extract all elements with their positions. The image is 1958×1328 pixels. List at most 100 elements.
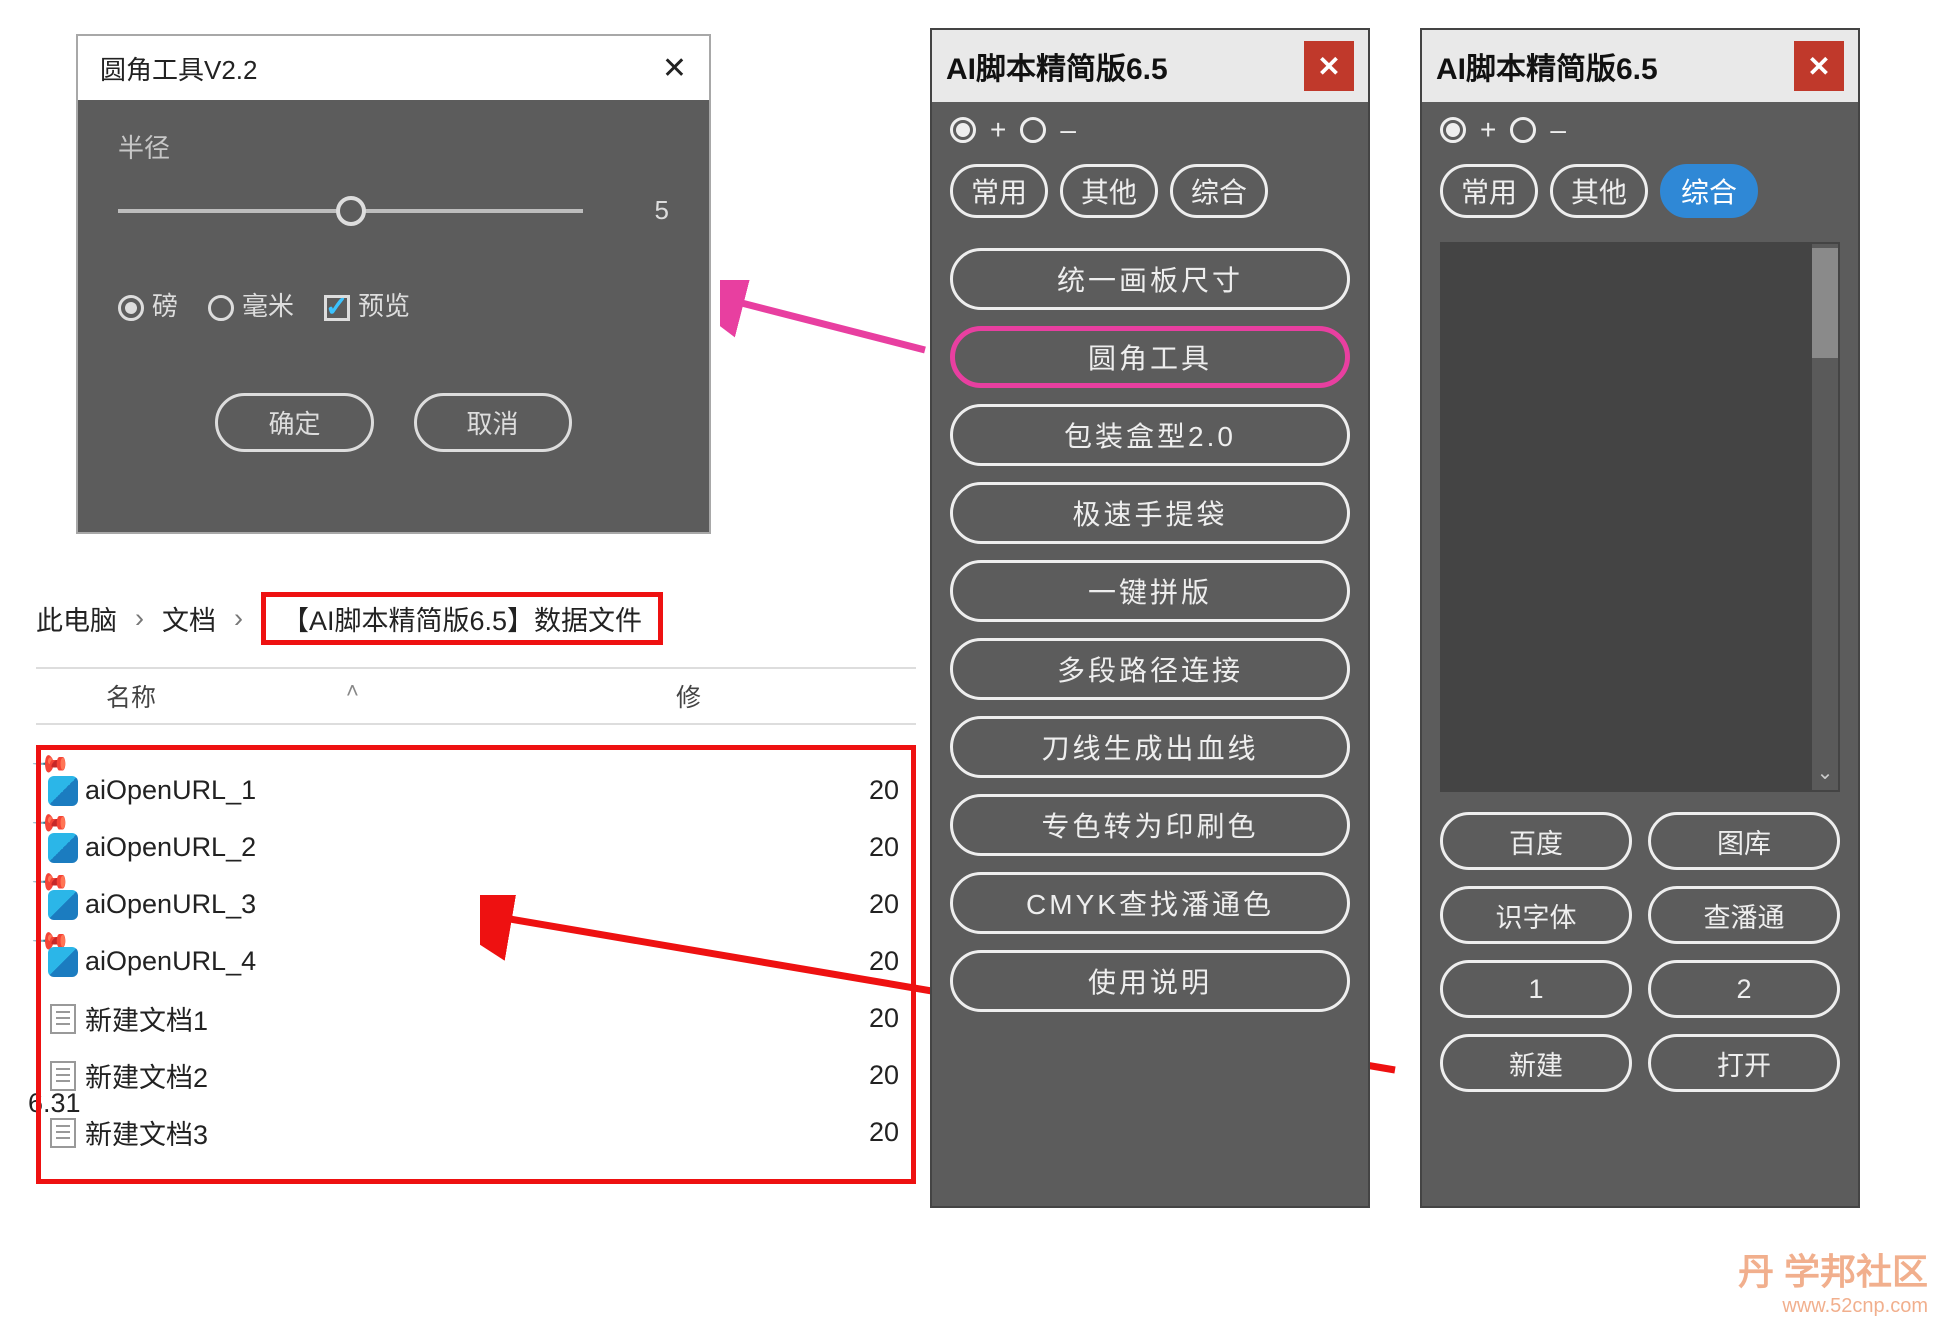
link-button[interactable]: 新建	[1440, 1034, 1632, 1092]
script-button[interactable]: 极速手提袋	[950, 482, 1350, 544]
file-row[interactable]: aiOpenURL_120	[41, 762, 911, 819]
zoom-out-radio[interactable]	[1510, 117, 1536, 143]
script-panel-main: AI脚本精简版6.5 ✕ + – 常用其他综合 统一画板尺寸圆角工具包装盒型2.…	[930, 28, 1370, 1208]
crumb-current-folder[interactable]: 【AI脚本精简版6.5】数据文件	[261, 592, 663, 645]
dialog-buttons: 确定 取消	[118, 393, 669, 452]
scrollbar[interactable]: ⌄	[1812, 244, 1838, 790]
file-name: 新建文档3	[85, 1113, 831, 1152]
col-name-header[interactable]: 名称 ˄	[36, 678, 676, 714]
panel-title: AI脚本精简版6.5	[1436, 44, 1658, 88]
zoom-row: + –	[1422, 102, 1858, 158]
preview-label: 预览	[358, 291, 410, 321]
tab-常用[interactable]: 常用	[1440, 164, 1538, 218]
file-row[interactable]: aiOpenURL_320	[41, 876, 911, 933]
round-corner-dialog: 圆角工具V2.2 ✕ 半径 5 磅 毫米 预览 确定 取消	[76, 34, 711, 534]
tab-综合[interactable]: 综合	[1660, 164, 1758, 218]
unit-pt-label: 磅	[152, 291, 178, 321]
script-button[interactable]: 刀线生成出血线	[950, 716, 1350, 778]
script-button[interactable]: 专色转为印刷色	[950, 794, 1350, 856]
panel-title: AI脚本精简版6.5	[946, 44, 1168, 88]
url-file-icon	[41, 890, 85, 920]
watermark-url: www.52cnp.com	[1782, 1295, 1928, 1318]
file-row[interactable]: aiOpenURL_420	[41, 933, 911, 990]
zoom-row: + –	[932, 102, 1368, 158]
close-icon[interactable]: ✕	[1304, 41, 1354, 91]
slider-track[interactable]	[118, 209, 583, 213]
cancel-button[interactable]: 取消	[414, 393, 572, 452]
dialog-body: 半径 5 磅 毫米 预览 确定 取消	[78, 102, 709, 532]
file-name: aiOpenURL_1	[85, 775, 831, 806]
text-file-icon	[41, 1118, 85, 1148]
tab-其他[interactable]: 其他	[1550, 164, 1648, 218]
slider-thumb[interactable]	[336, 196, 366, 226]
minus-label: –	[1550, 114, 1566, 146]
breadcrumb: 此电脑 › 文档 › 【AI脚本精简版6.5】数据文件	[36, 588, 916, 667]
plus-label: +	[990, 114, 1006, 146]
script-button[interactable]: 包装盒型2.0	[950, 404, 1350, 466]
link-button[interactable]: 2	[1648, 960, 1840, 1018]
zoom-in-radio[interactable]	[1440, 117, 1466, 143]
file-row[interactable]: 新建文档320	[41, 1104, 911, 1161]
file-name: 新建文档1	[85, 999, 831, 1038]
link-button[interactable]: 1	[1440, 960, 1632, 1018]
checkbox-icon	[324, 295, 350, 321]
file-mod: 20	[831, 1117, 911, 1148]
file-row[interactable]: 新建文档120	[41, 990, 911, 1047]
script-button[interactable]: 使用说明	[950, 950, 1350, 1012]
arrow-pink	[720, 280, 930, 360]
link-button[interactable]: 打开	[1648, 1034, 1840, 1092]
file-name: aiOpenURL_2	[85, 832, 831, 863]
link-button[interactable]: 百度	[1440, 812, 1632, 870]
file-row[interactable]: aiOpenURL_220	[41, 819, 911, 876]
crumb-this-pc[interactable]: 此电脑	[36, 599, 117, 638]
sort-up-icon: ˄	[346, 678, 359, 704]
preview-checkbox[interactable]: 预览	[324, 286, 410, 323]
radius-label: 半径	[118, 128, 669, 165]
panel-titlebar: AI脚本精简版6.5 ✕	[932, 30, 1368, 102]
col-mod-header[interactable]: 修	[676, 678, 916, 714]
unit-mm-label: 毫米	[242, 291, 294, 321]
minus-label: –	[1060, 114, 1076, 146]
script-button[interactable]: 一键拼版	[950, 560, 1350, 622]
crumb-documents[interactable]: 文档	[162, 599, 216, 638]
link-button[interactable]: 查潘通	[1648, 886, 1840, 944]
radio-icon	[208, 295, 234, 321]
scripts-column: 统一画板尺寸圆角工具包装盒型2.0 极速手提袋一键拼版多段路径连接刀线生成出血线专…	[932, 234, 1368, 1020]
zoom-in-radio[interactable]	[950, 117, 976, 143]
tab-其他[interactable]: 其他	[1060, 164, 1158, 218]
link-button[interactable]: 图库	[1648, 812, 1840, 870]
file-mod: 20	[831, 1003, 911, 1034]
script-button[interactable]: CMYK查找潘通色	[950, 872, 1350, 934]
column-headers: 名称 ˄ 修	[36, 667, 916, 725]
file-row[interactable]: 新建文档220	[41, 1047, 911, 1104]
text-file-icon	[41, 1061, 85, 1091]
tab-常用[interactable]: 常用	[950, 164, 1048, 218]
unit-pt-radio[interactable]: 磅	[118, 286, 178, 323]
tab-row: 常用其他综合	[932, 158, 1368, 234]
content-area[interactable]: ⌄	[1440, 242, 1840, 792]
close-icon[interactable]: ✕	[662, 51, 687, 86]
radius-slider[interactable]: 5	[118, 195, 669, 226]
file-explorer: 此电脑 › 文档 › 【AI脚本精简版6.5】数据文件 名称 ˄ 修 aiOpe…	[36, 588, 916, 1184]
file-mod: 20	[831, 1060, 911, 1091]
ok-button[interactable]: 确定	[215, 393, 373, 452]
url-file-icon	[41, 947, 85, 977]
zoom-out-radio[interactable]	[1020, 117, 1046, 143]
file-list: aiOpenURL_120aiOpenURL_220aiOpenURL_320a…	[36, 745, 916, 1184]
script-button[interactable]: 圆角工具	[950, 326, 1350, 388]
chevron-down-icon[interactable]: ⌄	[1812, 760, 1838, 790]
scrollbar-thumb[interactable]	[1812, 248, 1838, 358]
unit-mm-radio[interactable]: 毫米	[208, 286, 294, 323]
url-file-icon	[41, 833, 85, 863]
panel-titlebar: AI脚本精简版6.5 ✕	[1422, 30, 1858, 102]
plus-label: +	[1480, 114, 1496, 146]
link-button[interactable]: 识字体	[1440, 886, 1632, 944]
script-button[interactable]: 多段路径连接	[950, 638, 1350, 700]
script-button[interactable]: 统一画板尺寸	[950, 248, 1350, 310]
file-mod: 20	[831, 775, 911, 806]
watermark-logo: 丹 学邦社区	[1738, 1243, 1928, 1295]
tab-综合[interactable]: 综合	[1170, 164, 1268, 218]
file-mod: 20	[831, 946, 911, 977]
file-name: 新建文档2	[85, 1056, 831, 1095]
close-icon[interactable]: ✕	[1794, 41, 1844, 91]
